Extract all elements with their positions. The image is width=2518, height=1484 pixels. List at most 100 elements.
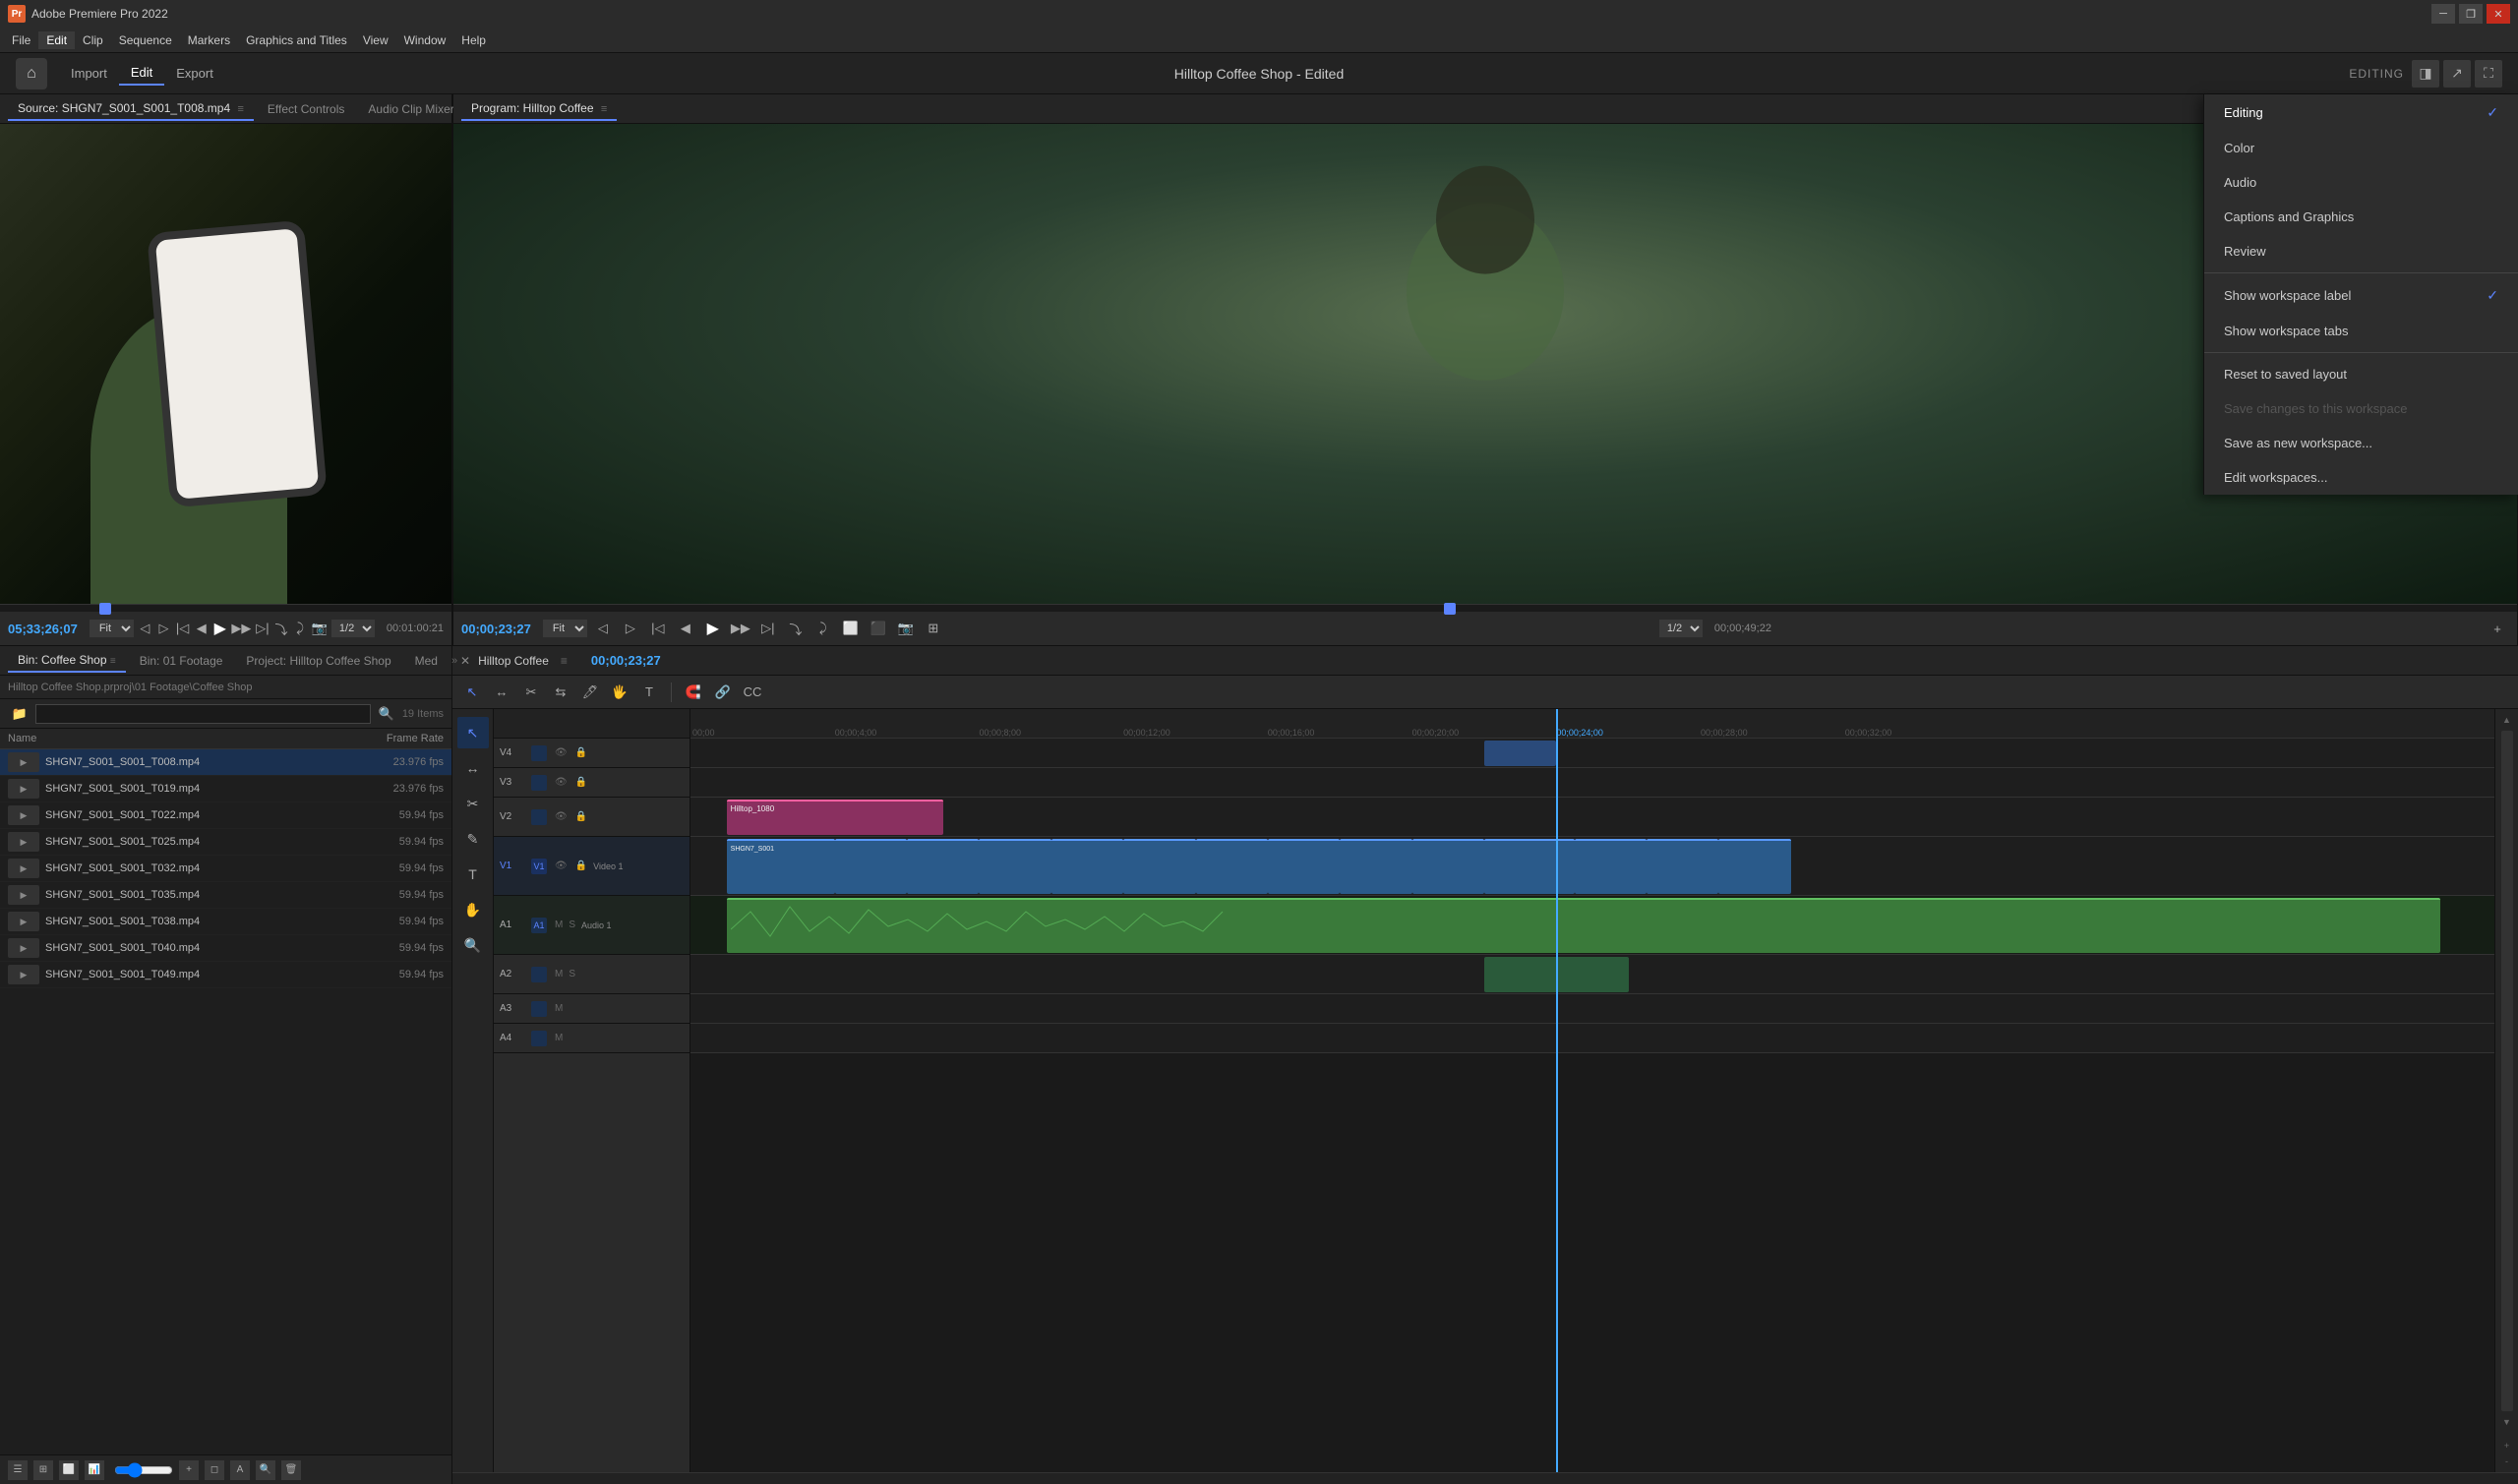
list-item[interactable]: ▶ SHGN7_S001_S001_T025.mp4 59.94 fps	[0, 829, 451, 856]
zoom-slider[interactable]	[114, 1462, 173, 1478]
track-m-a2[interactable]: M	[555, 969, 563, 979]
list-item[interactable]: ▶ SHGN7_S001_S001_T035.mp4 59.94 fps	[0, 882, 451, 909]
source-scrubber-thumb[interactable]	[99, 603, 111, 615]
nav-export[interactable]: Export	[164, 62, 225, 85]
track-s-a1[interactable]: S	[569, 920, 575, 930]
clip-v1-13[interactable]	[1647, 839, 1718, 894]
nav-import[interactable]: Import	[59, 62, 119, 85]
menu-sequence[interactable]: Sequence	[111, 31, 180, 49]
bin-freeform-view[interactable]: ⬜	[59, 1460, 79, 1480]
track-eye-v4[interactable]: 👁	[555, 747, 568, 758]
program-insert[interactable]: ⤵	[784, 617, 808, 640]
med-tab[interactable]: Med	[405, 650, 448, 672]
menu-markers[interactable]: Markers	[180, 31, 238, 49]
track-toggle-a3[interactable]	[531, 1001, 547, 1017]
source-go-in[interactable]: |◁	[175, 617, 190, 640]
track-area[interactable]: 00;00 00;00;4;00 00;00;8;00 00;00;12;00 …	[690, 709, 2494, 1472]
list-item[interactable]: ▶ SHGN7_S001_S001_T008.mp4 23.976 fps	[0, 749, 451, 776]
bin-coffee-tab[interactable]: Bin: Coffee Shop ≡	[8, 649, 126, 673]
track-toggle-v4[interactable]	[531, 745, 547, 761]
bin-list-view[interactable]: ☰	[8, 1460, 28, 1480]
tool-hand[interactable]: ✋	[457, 894, 489, 925]
workspace-menu-color[interactable]: Color	[2204, 131, 2518, 165]
bin-icon-view[interactable]: ⊞	[33, 1460, 53, 1480]
mini-scroll-down[interactable]: ▼	[2498, 1415, 2516, 1429]
clip-v1-2[interactable]	[835, 839, 907, 894]
workspace-menu-editing[interactable]: Editing ✓	[2204, 94, 2518, 131]
bin-footage-tab[interactable]: Bin: 01 Footage	[130, 650, 233, 672]
source-tab[interactable]: Source: SHGN7_S001_S001_T008.mp4 ≡	[8, 97, 254, 121]
timeline-razor-tool[interactable]: ✂	[519, 681, 543, 704]
track-eye-v1[interactable]: 👁	[555, 861, 568, 871]
program-scrubber[interactable]	[453, 604, 2517, 612]
tool-text[interactable]: T	[457, 859, 489, 890]
workspace-fullscreen-icon[interactable]: ⛶	[2475, 60, 2502, 88]
source-fit-select[interactable]: Fit	[90, 620, 134, 637]
bin-autom[interactable]: A	[230, 1460, 250, 1480]
clip-a1[interactable]	[727, 898, 2440, 953]
tool-pen[interactable]: ✎	[457, 823, 489, 855]
fps-column-header[interactable]: Frame Rate	[365, 733, 444, 744]
clip-v1-9[interactable]	[1340, 839, 1411, 894]
track-m-a4[interactable]: M	[555, 1033, 563, 1043]
clip-v1-1[interactable]: SHGN7_S001	[727, 839, 835, 894]
menu-help[interactable]: Help	[453, 31, 494, 49]
search-button[interactable]: 🔍	[375, 702, 398, 726]
workspace-menu-show-label[interactable]: Show workspace label ✓	[2204, 277, 2518, 314]
mini-zoom-out[interactable]: -	[2498, 1454, 2516, 1468]
menu-edit[interactable]: Edit	[38, 31, 75, 49]
source-mark-out[interactable]: ▷	[156, 617, 171, 640]
program-mark-in[interactable]: ◁	[591, 617, 615, 640]
list-item[interactable]: ▶ SHGN7_S001_S001_T032.mp4 59.94 fps	[0, 856, 451, 882]
clip-v1-7[interactable]	[1196, 839, 1268, 894]
source-rewind[interactable]: ◀	[194, 617, 209, 640]
workspace-menu-save-new[interactable]: Save as new workspace...	[2204, 426, 2518, 460]
program-multi[interactable]: ⊞	[922, 617, 945, 640]
track-toggle-v1[interactable]: V1	[531, 859, 547, 874]
workspace-share-icon[interactable]: ↗	[2443, 60, 2471, 88]
program-go-out[interactable]: ▷|	[756, 617, 780, 640]
track-eye-v3[interactable]: 👁	[555, 777, 568, 788]
track-s-a2[interactable]: S	[569, 969, 575, 979]
workspace-menu-captions[interactable]: Captions and Graphics	[2204, 200, 2518, 234]
menu-graphics[interactable]: Graphics and Titles	[238, 31, 355, 49]
source-export-frame[interactable]: 📷	[312, 617, 328, 640]
track-toggle-v3[interactable]	[531, 775, 547, 791]
clip-v2-pink[interactable]: Hilltop_1080	[727, 800, 943, 835]
bin-search-input[interactable]	[35, 704, 371, 724]
program-mark-out[interactable]: ▷	[619, 617, 642, 640]
workspace-menu-edit[interactable]: Edit workspaces...	[2204, 460, 2518, 495]
source-fraction[interactable]: 1/2	[331, 620, 375, 637]
track-toggle-a2[interactable]	[531, 967, 547, 982]
minimize-button[interactable]: ─	[2431, 4, 2455, 24]
program-ffwd[interactable]: ▶▶	[729, 617, 752, 640]
restore-button[interactable]: ❐	[2459, 4, 2483, 24]
menu-file[interactable]: File	[4, 31, 38, 49]
program-overwrite[interactable]: ⤸	[811, 617, 835, 640]
timeline-close[interactable]: ✕	[460, 654, 470, 668]
menu-window[interactable]: Window	[396, 31, 454, 49]
program-scrubber-thumb[interactable]	[1444, 603, 1456, 615]
clip-v1-5[interactable]	[1051, 839, 1123, 894]
timeline-selection-tool[interactable]: ↖	[460, 681, 484, 704]
name-column-header[interactable]: Name	[8, 733, 365, 744]
home-button[interactable]: ⌂	[16, 58, 47, 89]
program-lift[interactable]: ⬜	[839, 617, 863, 640]
clip-v1-12[interactable]	[1575, 839, 1647, 894]
bin-delete[interactable]: 🗑	[281, 1460, 301, 1480]
mini-scroll-up[interactable]: ▲	[2498, 713, 2516, 727]
bin-new-bin[interactable]: +	[179, 1460, 199, 1480]
timeline-scrollbar[interactable]	[452, 1472, 2518, 1484]
workspace-switch-icon[interactable]: ◨	[2412, 60, 2439, 88]
program-tab[interactable]: Program: Hilltop Coffee ≡	[461, 97, 617, 121]
source-scrubber[interactable]	[0, 604, 451, 612]
workspace-menu-reset[interactable]: Reset to saved layout	[2204, 357, 2518, 391]
project-tab[interactable]: Project: Hilltop Coffee Shop	[236, 650, 400, 672]
bin-metadata-view[interactable]: 📊	[85, 1460, 104, 1480]
workspace-menu-show-tabs[interactable]: Show workspace tabs	[2204, 314, 2518, 348]
source-overwrite[interactable]: ⤸	[293, 617, 308, 640]
effect-controls-tab[interactable]: Effect Controls	[258, 98, 354, 120]
source-ffwd[interactable]: ▶▶	[231, 617, 251, 640]
track-eye-v2[interactable]: 👁	[555, 811, 568, 822]
track-toggle-v2[interactable]	[531, 809, 547, 825]
